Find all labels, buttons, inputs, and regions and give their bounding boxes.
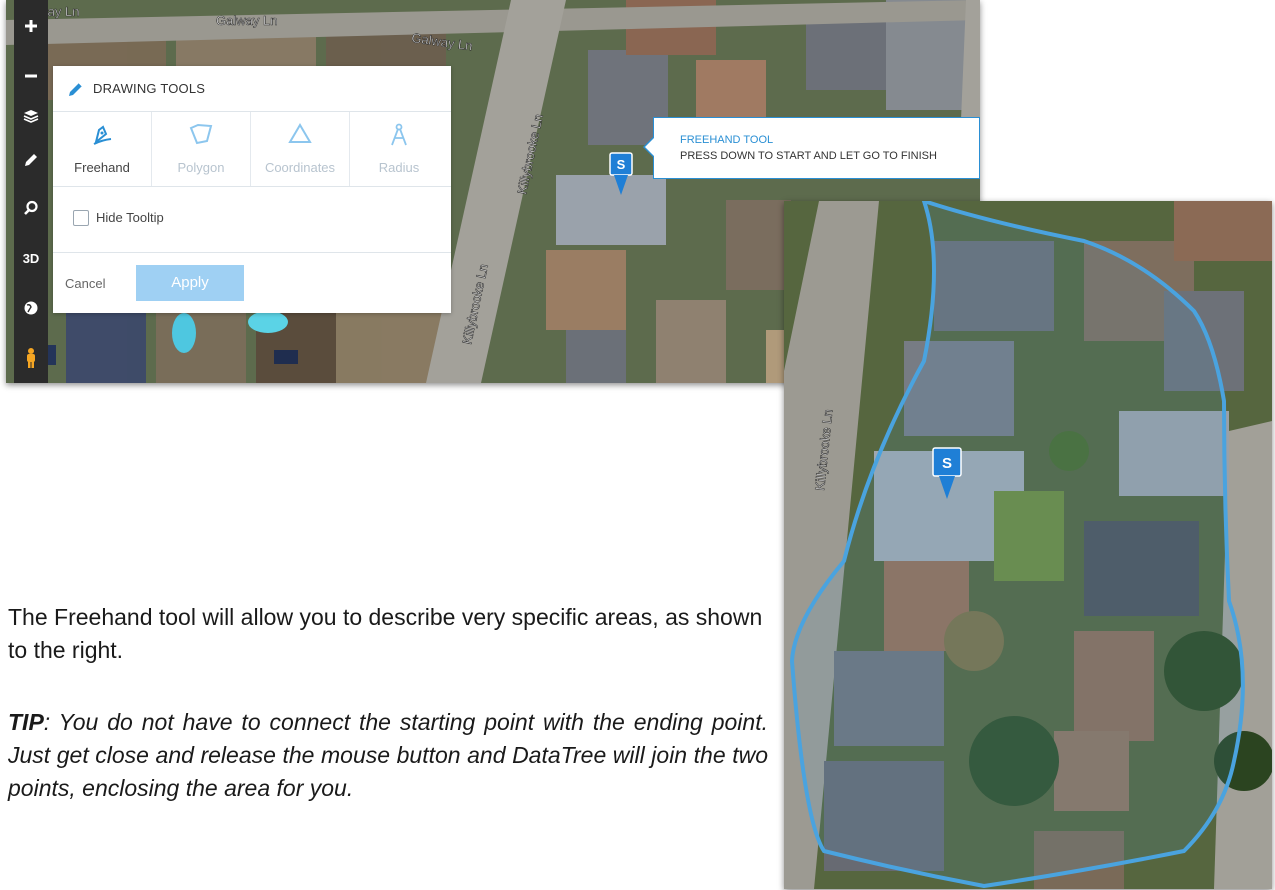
globe-button[interactable]: [14, 290, 48, 326]
draw-button[interactable]: [14, 142, 48, 178]
freehand-tooltip: FREEHAND TOOL PRESS DOWN TO START AND LE…: [643, 117, 980, 179]
tool-selector: Freehand Polygon Coordinates Radius: [53, 112, 451, 187]
freehand-label: Freehand: [74, 160, 130, 175]
zoom-in-icon: [25, 20, 37, 32]
polygon-label: Polygon: [177, 160, 225, 175]
drawing-tools-panel: DRAWING TOOLS Freehand Polygon Coordinat…: [53, 66, 451, 313]
tooltip-option-row: Hide Tooltip: [53, 187, 451, 253]
zoom-out-icon: [25, 74, 37, 78]
hide-tooltip-checkbox[interactable]: [73, 210, 89, 226]
globe-icon: [24, 301, 38, 315]
radius-label: Radius: [378, 160, 420, 175]
map-toolbar: 3D: [14, 0, 48, 383]
pegman-icon: [27, 348, 35, 368]
marker-label: S: [617, 157, 626, 172]
drawing-tools-header: DRAWING TOOLS: [53, 66, 451, 112]
tip-text: : You do not have to connect the startin…: [8, 709, 768, 801]
marker-label-zoomed: S: [942, 455, 952, 472]
radius-tool-button[interactable]: Radius: [350, 112, 448, 186]
zoom-in-button[interactable]: [14, 8, 48, 44]
aerial-map-zoomed[interactable]: Killybrooke Ln S: [784, 201, 1272, 889]
coordinates-label: Coordinates: [264, 160, 336, 175]
layers-icon: [23, 110, 39, 123]
apply-button[interactable]: Apply: [136, 265, 244, 301]
tooltip-title: FREEHAND TOOL: [680, 134, 774, 146]
tooltip-arrow: [643, 136, 655, 158]
pencil-icon: [69, 82, 83, 96]
hide-tooltip-label[interactable]: Hide Tooltip: [96, 210, 164, 225]
pencil-icon: [25, 154, 37, 166]
drawing-tools-title: DRAWING TOOLS: [93, 81, 206, 96]
street-label-galway-center: Galway Ln: [216, 13, 277, 28]
tip-lead: TIP: [8, 709, 44, 735]
zoom-out-button[interactable]: [14, 58, 48, 94]
cancel-button[interactable]: Cancel: [65, 276, 105, 291]
polygon-icon: [189, 123, 213, 145]
coordinates-tool-button[interactable]: Coordinates: [251, 112, 350, 186]
freehand-description: The Freehand tool will allow you to desc…: [8, 604, 763, 663]
coordinates-icon: [288, 123, 312, 143]
search-icon: [24, 200, 38, 215]
search-button[interactable]: [14, 190, 48, 226]
3d-button[interactable]: 3D: [14, 240, 48, 276]
radius-compass-icon: [391, 123, 407, 146]
polygon-tool-button[interactable]: Polygon: [152, 112, 251, 186]
freehand-tool-button[interactable]: Freehand: [53, 112, 152, 186]
freehand-pen-icon: [93, 125, 112, 145]
tip-paragraph: TIP: You do not have to connect the star…: [8, 706, 768, 805]
layers-button[interactable]: [14, 98, 48, 134]
tooltip-text: PRESS DOWN TO START AND LET GO TO FINISH: [680, 150, 937, 162]
street-view-button[interactable]: [14, 340, 48, 376]
map-screenshot-freehand-result: Killybrooke Ln S: [784, 201, 1272, 889]
